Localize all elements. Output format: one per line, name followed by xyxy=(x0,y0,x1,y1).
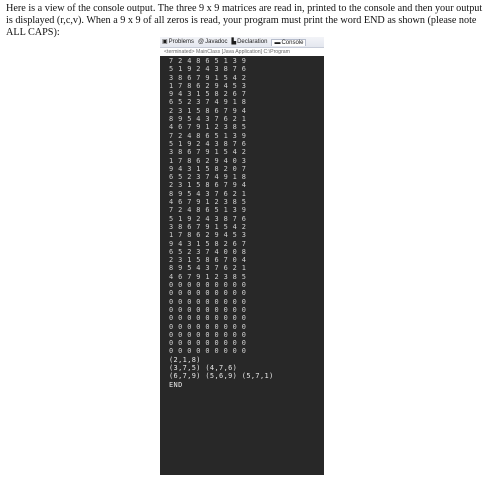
console-icon: ▬ xyxy=(274,39,281,46)
tab-declaration[interactable]: ▙ Declaration xyxy=(231,39,267,45)
console-line: 3 8 6 7 9 1 5 4 2 xyxy=(169,73,247,82)
console-line: 0 0 0 0 0 0 0 0 0 xyxy=(169,330,247,339)
tab-console-label: Console xyxy=(281,39,304,46)
console-view: ▣ Problems @ Javadoc ▙ Declaration ▬ Con… xyxy=(160,37,324,475)
console-line: 1 7 8 6 2 9 4 5 3 xyxy=(169,231,247,240)
console-status-line: <terminated> MainClass [Java Application… xyxy=(160,48,324,56)
console-line: 7 2 4 8 6 5 1 3 9 xyxy=(169,206,247,215)
console-output[interactable]: 7 2 4 8 6 5 1 3 95 1 9 2 4 3 8 7 63 8 6 … xyxy=(160,56,324,475)
tab-console[interactable]: ▬ Console xyxy=(271,38,307,46)
console-line: 8 9 5 4 3 7 6 2 1 xyxy=(169,115,247,124)
console-line: 0 0 0 0 0 0 0 0 0 xyxy=(169,281,247,290)
console-line: 0 0 0 0 0 0 0 0 0 xyxy=(169,339,247,348)
console-line: 7 2 4 8 6 5 1 3 9 xyxy=(169,57,247,65)
console-line: 0 0 0 0 0 0 0 0 0 xyxy=(169,297,247,306)
console-line: 4 6 7 9 1 2 3 8 5 xyxy=(169,272,247,281)
console-line: 8 9 5 4 3 7 6 2 1 xyxy=(169,264,247,273)
console-line: 9 4 3 1 5 8 2 0 7 xyxy=(169,164,247,173)
console-line: 4 6 7 9 1 2 3 8 5 xyxy=(169,123,247,132)
console-line: 5 1 9 2 4 3 8 7 6 xyxy=(169,139,247,148)
console-line: 9 4 3 1 5 8 2 6 7 xyxy=(169,90,247,99)
view-tab-bar: ▣ Problems @ Javadoc ▙ Declaration ▬ Con… xyxy=(160,37,324,48)
console-line: 2 3 1 5 8 6 7 9 4 xyxy=(169,106,247,115)
console-line: 3 8 6 7 9 1 5 4 2 xyxy=(169,148,247,157)
result-line: (6,7,9) (5,6,9) (5,7,1) xyxy=(169,372,274,381)
problems-icon: ▣ xyxy=(162,39,168,45)
tab-problems-label: Problems xyxy=(168,39,195,45)
console-line: 2 3 1 5 8 6 7 9 4 xyxy=(169,181,247,190)
console-line: 1 7 8 6 2 9 4 5 3 xyxy=(169,81,247,90)
declaration-icon: ▙ xyxy=(231,39,237,45)
console-line: 0 0 0 0 0 0 0 0 0 xyxy=(169,314,247,323)
console-line: 6 5 2 3 7 4 0 0 8 xyxy=(169,247,247,256)
console-line: 6 5 2 3 7 4 9 1 8 xyxy=(169,98,247,107)
console-line: 8 9 5 4 3 7 6 2 1 xyxy=(169,189,247,198)
console-line: 4 6 7 9 1 2 3 8 5 xyxy=(169,198,247,207)
tab-problems[interactable]: ▣ Problems xyxy=(162,39,194,45)
result-line: (2,1,8) xyxy=(169,355,201,364)
console-line: 0 0 0 0 0 0 0 0 0 xyxy=(169,305,247,314)
end-marker-line: END xyxy=(169,380,183,389)
tab-javadoc[interactable]: @ Javadoc xyxy=(198,39,227,45)
console-line: 7 2 4 8 6 5 1 3 9 xyxy=(169,131,247,140)
console-line: 0 0 0 0 0 0 0 0 0 xyxy=(169,289,247,298)
javadoc-icon: @ xyxy=(198,39,205,45)
console-line: 2 3 1 5 8 6 7 0 4 xyxy=(169,256,247,265)
console-line: 0 0 0 0 0 0 0 0 0 xyxy=(169,347,247,356)
result-line: (3,7,5) (4,7,6) xyxy=(169,363,238,372)
tab-javadoc-label: Javadoc xyxy=(205,39,228,45)
console-line: 5 1 9 2 4 3 8 7 6 xyxy=(169,214,247,223)
console-line: 5 1 9 2 4 3 8 7 6 xyxy=(169,65,247,74)
console-line: 9 4 3 1 5 8 2 6 7 xyxy=(169,239,247,248)
instructions-text: Here is a view of the console output. Th… xyxy=(6,3,483,39)
console-line: 3 8 6 7 9 1 5 4 2 xyxy=(169,222,247,231)
console-line: 6 5 2 3 7 4 9 1 8 xyxy=(169,173,247,182)
tab-declaration-label: Declaration xyxy=(237,39,268,45)
console-line: 0 0 0 0 0 0 0 0 0 xyxy=(169,322,247,331)
console-line: 1 7 8 6 2 9 4 0 3 xyxy=(169,156,247,165)
